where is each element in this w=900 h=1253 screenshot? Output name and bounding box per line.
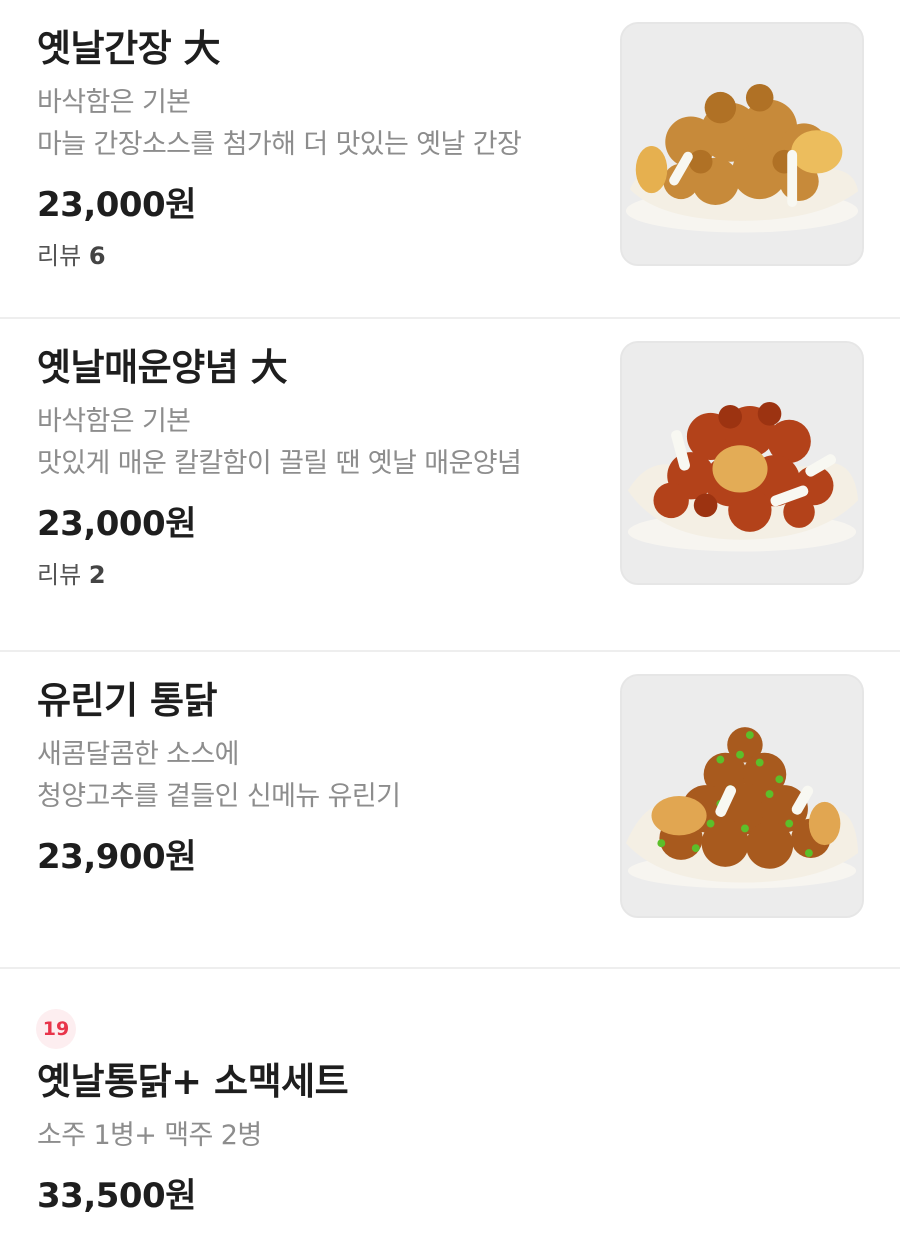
- menu-item-description: 바삭함은 기본 마늘 간장소스를 첨가해 더 맛있는 옛날 간장: [37, 82, 597, 166]
- menu-item-name: 유린기 통닭: [37, 679, 218, 722]
- review-label: 리뷰: [37, 242, 82, 270]
- review-count: 6: [88, 242, 106, 270]
- menu-item-info: 옛날간장 大 바삭함은 기본 마늘 간장소스를 첨가해 더 맛있는 옛날 간장 …: [37, 24, 597, 274]
- menu-item-price: 23,000원: [37, 504, 196, 544]
- menu-item-soju-beer-set[interactable]: 19 옛날통닭+ 소맥세트 소주 1병+ 맥주 2병 33,500원: [0, 969, 900, 1253]
- menu-item-review: 리뷰 2: [37, 557, 597, 593]
- menu-item-description-line: 바삭함은 기본: [37, 87, 191, 118]
- menu-item-description-line: 맛있게 매운 칼칼함이 끌릴 땐 옛날 매운양념: [37, 448, 522, 479]
- menu-item-description: 바삭함은 기본 맛있게 매운 칼칼함이 끌릴 땐 옛날 매운양념: [37, 401, 597, 485]
- yuringi-chicken-photo[interactable]: [620, 674, 864, 918]
- menu-item-review: 리뷰 6: [37, 238, 597, 274]
- menu-item-description-line: 마늘 간장소스를 첨가해 더 맛있는 옛날 간장: [37, 129, 522, 160]
- menu-item-name: 옛날간장 大: [37, 27, 221, 70]
- review-count: 2: [88, 561, 106, 589]
- menu-item-description: 새콤달콤한 소스에 청양고추를 곁들인 신메뉴 유린기: [37, 734, 597, 818]
- soy-chicken-image: [622, 24, 862, 264]
- menu-item-description-line: 청양고추를 곁들인 신메뉴 유린기: [37, 781, 401, 812]
- spicy-chicken-image: [622, 343, 862, 583]
- menu-item-description-line: 바삭함은 기본: [37, 406, 191, 437]
- menu-item-info: 옛날통닭+ 소맥세트 소주 1병+ 맥주 2병 33,500원: [37, 1057, 597, 1221]
- menu-item-description-line: 새콤달콤한 소스에: [37, 739, 240, 770]
- menu-item-price: 23,000원: [37, 185, 196, 225]
- menu-item-soy-chicken[interactable]: 옛날간장 大 바삭함은 기본 마늘 간장소스를 첨가해 더 맛있는 옛날 간장 …: [0, 0, 900, 319]
- menu-list: 옛날간장 大 바삭함은 기본 마늘 간장소스를 첨가해 더 맛있는 옛날 간장 …: [0, 0, 900, 1253]
- menu-item-info: 옛날매운양념 大 바삭함은 기본 맛있게 매운 칼칼함이 끌릴 땐 옛날 매운양…: [37, 343, 597, 593]
- menu-item-name: 옛날매운양념 大: [37, 346, 288, 389]
- review-label: 리뷰: [37, 561, 82, 589]
- yuringi-chicken-image: [622, 676, 862, 916]
- menu-item-name: 옛날통닭+ 소맥세트: [37, 1060, 349, 1103]
- age-restriction-badge: 19: [36, 1009, 76, 1049]
- spicy-chicken-photo[interactable]: [620, 341, 864, 585]
- soy-chicken-photo[interactable]: [620, 22, 864, 266]
- menu-item-description-line: 소주 1병+ 맥주 2병: [37, 1120, 262, 1151]
- menu-item-info: 유린기 통닭 새콤달콤한 소스에 청양고추를 곁들인 신메뉴 유린기 23,90…: [37, 676, 597, 882]
- menu-item-price: 33,500원: [37, 1176, 196, 1216]
- menu-item-spicy-chicken[interactable]: 옛날매운양념 大 바삭함은 기본 맛있게 매운 칼칼함이 끌릴 땐 옛날 매운양…: [0, 319, 900, 652]
- menu-item-price: 23,900원: [37, 837, 196, 877]
- menu-item-description: 소주 1병+ 맥주 2병: [37, 1115, 597, 1157]
- menu-item-yuringi-chicken[interactable]: 유린기 통닭 새콤달콤한 소스에 청양고추를 곁들인 신메뉴 유린기 23,90…: [0, 652, 900, 969]
